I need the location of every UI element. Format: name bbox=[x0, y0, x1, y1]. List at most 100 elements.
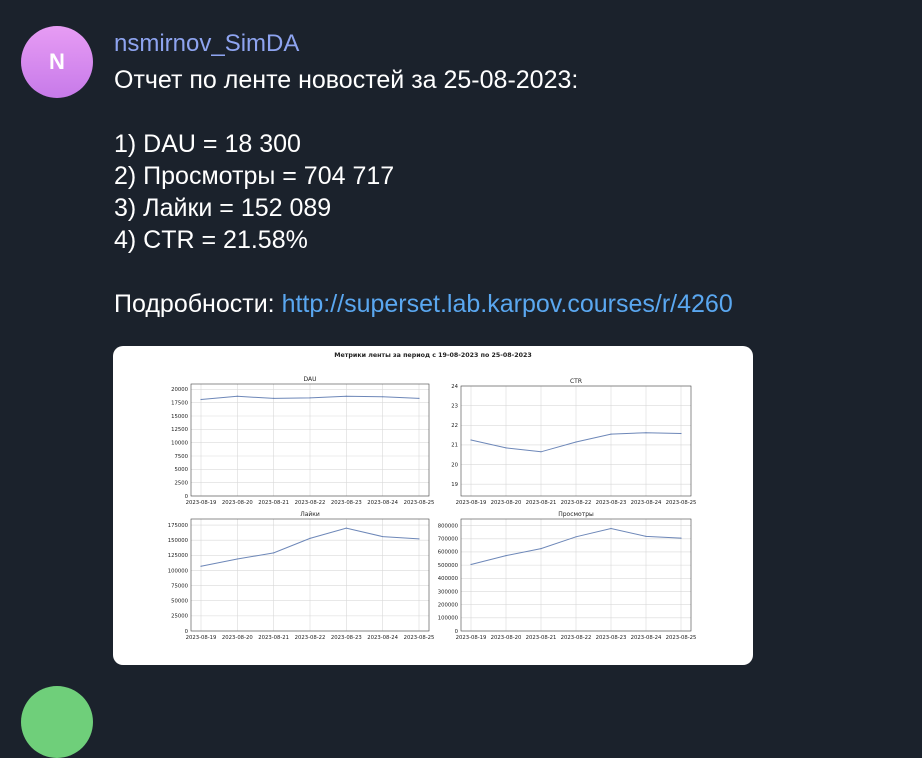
y-tick-label: 10000 bbox=[171, 440, 188, 446]
details-line: Подробности: http://superset.lab.karpov.… bbox=[114, 288, 733, 320]
data-point bbox=[540, 451, 542, 453]
x-tick-label: 2023-08-24 bbox=[631, 635, 662, 641]
data-point bbox=[645, 432, 647, 434]
data-point bbox=[345, 395, 347, 397]
x-tick-label: 2023-08-19 bbox=[186, 635, 217, 641]
data-point bbox=[575, 536, 577, 538]
x-tick-label: 2023-08-23 bbox=[331, 635, 362, 641]
data-point bbox=[470, 563, 472, 566]
y-tick-label: 24 bbox=[451, 384, 458, 390]
message-line bbox=[114, 96, 733, 128]
x-tick-label: 2023-08-19 bbox=[456, 635, 487, 641]
message-line: Отчет по ленте новостей за 25-08-2023: bbox=[114, 66, 579, 94]
chart-title: Просмотры bbox=[558, 511, 594, 518]
data-point bbox=[236, 395, 238, 397]
data-point bbox=[680, 432, 682, 435]
y-tick-label: 600000 bbox=[438, 550, 459, 556]
x-tick-label: 2023-08-25 bbox=[666, 635, 697, 641]
chart-panel-1: 19 20 21 22 23 24 2023-08-19 2023-08-20 2023-08-… bbox=[451, 378, 696, 506]
x-tick-label: 2023-08-21 bbox=[526, 500, 557, 506]
avatar[interactable]: N bbox=[21, 26, 93, 98]
y-tick-label: 21 bbox=[451, 443, 458, 449]
y-tick-label: 400000 bbox=[438, 576, 459, 582]
y-tick-label: 7500 bbox=[175, 454, 189, 460]
y-tick-label: 125000 bbox=[168, 553, 189, 559]
chart-title: CTR bbox=[570, 378, 582, 385]
x-tick-label: 2023-08-22 bbox=[295, 500, 326, 506]
x-tick-label: 2023-08-19 bbox=[456, 500, 487, 506]
avatar-letter: N bbox=[49, 49, 65, 74]
data-point bbox=[680, 537, 682, 539]
x-tick-label: 2023-08-23 bbox=[596, 635, 627, 641]
data-point bbox=[236, 558, 238, 560]
data-point bbox=[200, 565, 202, 567]
y-tick-label: 15000 bbox=[171, 414, 188, 420]
data-point bbox=[645, 535, 647, 537]
y-tick-label: 5000 bbox=[175, 467, 189, 473]
y-tick-label: 19 bbox=[451, 482, 458, 488]
message-author[interactable]: nsmirnov_SimDA bbox=[114, 30, 299, 58]
chart-panel-0: 0 2500 5000 7500 10000 12500 15000 17500 20000 20… bbox=[171, 376, 434, 506]
y-tick-label: 150000 bbox=[168, 538, 189, 544]
x-tick-label: 2023-08-25 bbox=[666, 500, 697, 506]
y-tick-label: 17500 bbox=[171, 400, 188, 406]
x-tick-label: 2023-08-20 bbox=[222, 635, 253, 641]
data-point bbox=[505, 447, 507, 449]
y-tick-label: 25000 bbox=[171, 614, 188, 620]
x-tick-label: 2023-08-22 bbox=[561, 635, 592, 641]
chart-panel-3: 0 100000 200000 300000 400000 500000 600000 700… bbox=[438, 511, 697, 641]
data-point bbox=[575, 441, 577, 443]
chart-title: Лайки bbox=[300, 511, 320, 518]
x-tick-label: 2023-08-19 bbox=[186, 500, 217, 506]
x-tick-label: 2023-08-24 bbox=[367, 635, 398, 641]
data-point bbox=[273, 552, 275, 554]
figure-title: Метрики ленты за период с 19-08-2023 по … bbox=[334, 352, 532, 359]
y-tick-label: 20 bbox=[451, 462, 458, 468]
data-point bbox=[200, 398, 202, 401]
data-point bbox=[418, 538, 420, 540]
y-tick-label: 12500 bbox=[171, 427, 188, 433]
data-point bbox=[610, 433, 612, 435]
y-tick-label: 22 bbox=[451, 423, 458, 429]
y-tick-label: 500000 bbox=[438, 563, 459, 569]
data-point bbox=[505, 555, 507, 557]
next-avatar[interactable] bbox=[21, 686, 93, 758]
x-tick-label: 2023-08-24 bbox=[631, 500, 662, 506]
chart-title: DAU bbox=[303, 376, 316, 383]
message-line: 1) DAU = 18 300 bbox=[114, 130, 301, 158]
x-tick-label: 2023-08-22 bbox=[561, 500, 592, 506]
y-tick-label: 23 bbox=[451, 403, 458, 409]
data-point bbox=[309, 537, 311, 539]
message-line bbox=[114, 256, 733, 288]
x-tick-label: 2023-08-21 bbox=[526, 635, 557, 641]
y-tick-label: 20000 bbox=[171, 387, 188, 393]
x-tick-label: 2023-08-24 bbox=[367, 500, 398, 506]
y-tick-label: 50000 bbox=[171, 599, 188, 605]
x-tick-label: 2023-08-21 bbox=[258, 635, 289, 641]
x-tick-label: 2023-08-20 bbox=[491, 500, 522, 506]
x-tick-label: 2023-08-20 bbox=[491, 635, 522, 641]
data-point bbox=[345, 527, 347, 529]
y-tick-label: 0 bbox=[455, 629, 459, 635]
details-link[interactable]: http://superset.lab.karpov.courses/r/426… bbox=[282, 290, 733, 318]
y-tick-label: 0 bbox=[185, 494, 189, 500]
y-tick-label: 800000 bbox=[438, 523, 459, 529]
y-tick-label: 175000 bbox=[168, 523, 189, 529]
y-tick-label: 200000 bbox=[438, 602, 459, 608]
x-tick-label: 2023-08-23 bbox=[596, 500, 627, 506]
data-point bbox=[418, 397, 420, 399]
y-tick-label: 2500 bbox=[175, 480, 189, 486]
x-tick-label: 2023-08-21 bbox=[258, 500, 289, 506]
data-point bbox=[273, 397, 275, 399]
y-tick-label: 700000 bbox=[438, 537, 459, 543]
message-body: Отчет по ленте новостей за 25-08-2023: 1… bbox=[114, 64, 733, 320]
x-tick-label: 2023-08-22 bbox=[295, 635, 326, 641]
y-tick-label: 0 bbox=[185, 629, 189, 635]
x-tick-label: 2023-08-25 bbox=[404, 500, 435, 506]
data-point bbox=[610, 527, 612, 530]
chart-image[interactable]: Метрики ленты за период с 19-08-2023 по … bbox=[113, 346, 753, 665]
charts-figure: Метрики ленты за период с 19-08-2023 по … bbox=[168, 352, 697, 641]
message-line: 4) CTR = 21.58% bbox=[114, 226, 308, 254]
data-point bbox=[382, 535, 384, 538]
y-tick-label: 100000 bbox=[168, 568, 189, 574]
